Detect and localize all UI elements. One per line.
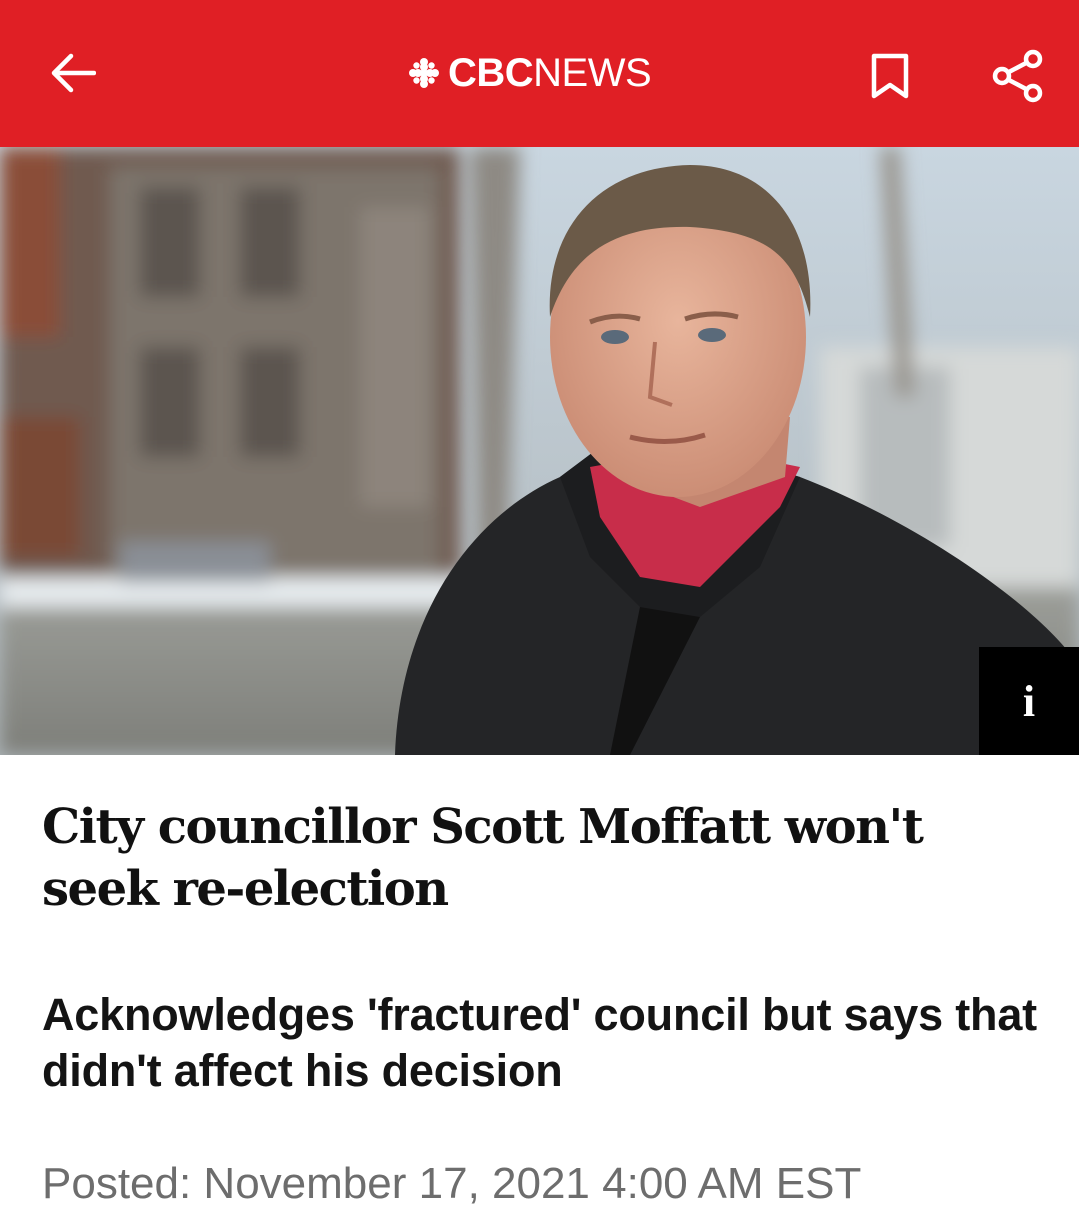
logo-cbc-text: CBC xyxy=(448,51,534,95)
share-button[interactable] xyxy=(980,38,1056,114)
logo-wordmark: CBCNEWS xyxy=(448,51,652,95)
image-info-button[interactable]: i xyxy=(979,647,1079,755)
portrait-photo xyxy=(0,147,1079,755)
logo-news-text: NEWS xyxy=(533,51,652,95)
share-icon xyxy=(992,49,1043,103)
app-header: CBCNEWS xyxy=(0,0,1079,147)
arrow-left-icon xyxy=(51,53,96,93)
hero-image: i xyxy=(0,147,1079,755)
bookmark-icon xyxy=(871,53,909,99)
posted-date: Posted: November 17, 2021 4:00 AM EST xyxy=(42,1159,862,1208)
info-icon: i xyxy=(1022,676,1036,726)
article-deck: Acknowledges 'fractured' council but say… xyxy=(42,989,1037,1096)
article-headline: City councillor Scott Moffatt won't seek… xyxy=(42,799,924,917)
back-button[interactable] xyxy=(38,38,108,108)
bookmark-button[interactable] xyxy=(852,38,928,114)
cbc-news-logo: CBCNEWS xyxy=(408,48,652,98)
cbc-gem-icon xyxy=(409,58,439,88)
